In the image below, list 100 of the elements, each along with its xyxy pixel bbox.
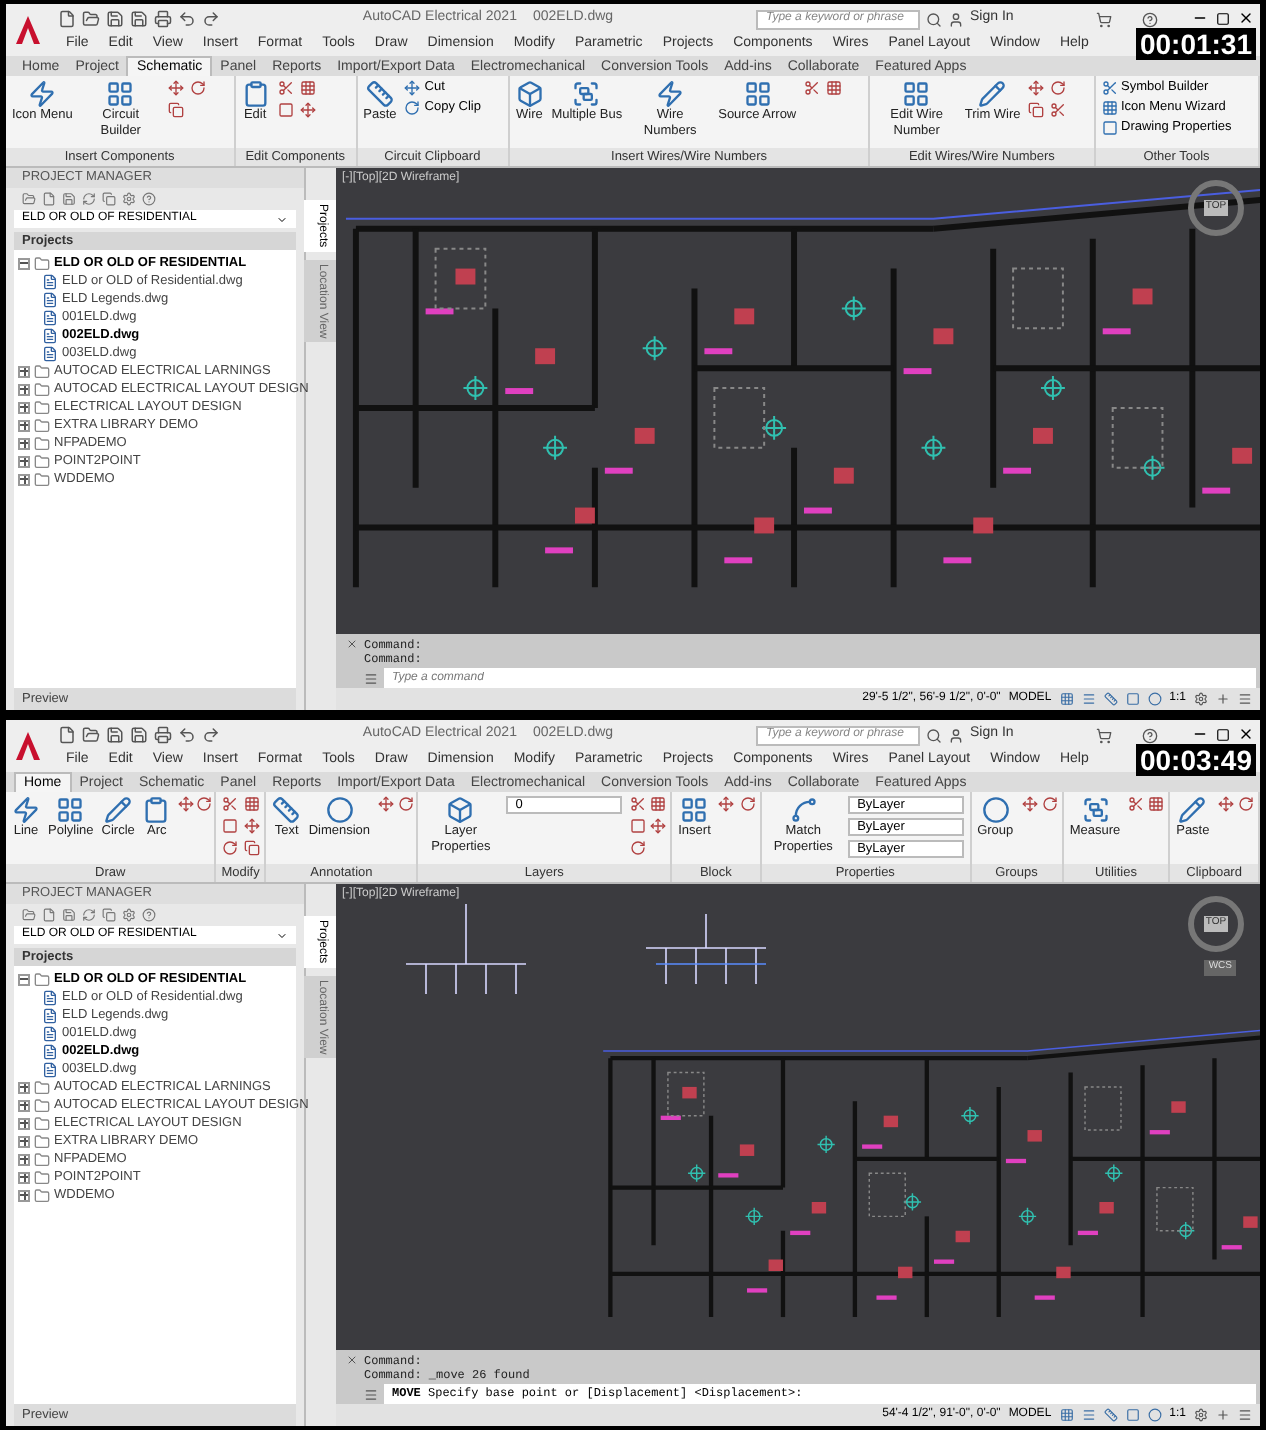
move-icon[interactable]: [649, 818, 666, 834]
expand-toggle-icon[interactable]: [18, 1135, 30, 1147]
menu-icon[interactable]: [1238, 1408, 1252, 1422]
save-as-icon[interactable]: [130, 726, 148, 744]
save-icon[interactable]: [62, 908, 76, 922]
scissors-icon[interactable]: [1050, 102, 1067, 118]
pencil-icon[interactable]: [104, 796, 133, 824]
ruler-icon[interactable]: [1103, 1408, 1118, 1422]
circle-icon[interactable]: [981, 796, 1010, 824]
expand-toggle-icon[interactable]: [18, 419, 30, 431]
copy-icon[interactable]: [1028, 102, 1045, 118]
close-icon[interactable]: [1238, 10, 1254, 26]
rotate-icon[interactable]: [629, 840, 646, 856]
search-icon[interactable]: [926, 727, 942, 743]
search-icon[interactable]: [926, 11, 942, 27]
move-icon[interactable]: [1217, 796, 1234, 812]
expand-toggle-icon[interactable]: [18, 401, 30, 413]
scissors-icon[interactable]: [629, 796, 646, 812]
grid-icon[interactable]: [680, 796, 709, 824]
copy-icon[interactable]: [102, 192, 116, 206]
rotate-icon[interactable]: [1041, 796, 1058, 812]
expand-toggle-icon[interactable]: [18, 1099, 30, 1111]
move-icon[interactable]: [718, 796, 735, 812]
circle-icon[interactable]: [325, 796, 354, 824]
print-icon[interactable]: [154, 726, 172, 744]
refresh-icon[interactable]: [82, 192, 96, 206]
help-icon[interactable]: [1142, 727, 1158, 743]
save-icon[interactable]: [62, 192, 76, 206]
copy-icon[interactable]: [243, 840, 260, 856]
grid-icon[interactable]: [56, 796, 85, 824]
save-icon[interactable]: [106, 10, 124, 28]
grid-icon[interactable]: [826, 80, 843, 96]
cart-icon[interactable]: [1096, 727, 1112, 743]
curve-icon[interactable]: [789, 796, 818, 824]
lightning-icon[interactable]: [12, 796, 40, 824]
rotate-icon[interactable]: [222, 840, 239, 856]
settings-icon[interactable]: [1194, 1408, 1208, 1422]
group-icon[interactable]: [572, 80, 601, 108]
move-icon[interactable]: [243, 818, 260, 834]
expand-toggle-icon[interactable]: [18, 365, 30, 377]
collapse-toggle-icon[interactable]: [18, 973, 30, 985]
copy-icon[interactable]: [168, 102, 185, 118]
expand-toggle-icon[interactable]: [18, 1171, 30, 1183]
expand-toggle-icon[interactable]: [18, 1081, 30, 1093]
menu-icon[interactable]: [1238, 692, 1252, 706]
grid-icon[interactable]: [243, 796, 260, 812]
scissors-icon[interactable]: [1128, 796, 1145, 812]
rotate-icon[interactable]: [190, 80, 207, 96]
new-file-icon[interactable]: [42, 908, 56, 922]
plus-icon[interactable]: [1216, 1408, 1230, 1422]
settings-icon[interactable]: [122, 908, 136, 922]
square-icon[interactable]: [1101, 120, 1117, 136]
expand-toggle-icon[interactable]: [18, 1153, 30, 1165]
ruler-icon[interactable]: [1103, 692, 1118, 706]
expand-toggle-icon[interactable]: [18, 1117, 30, 1129]
ruler-icon[interactable]: [365, 80, 394, 108]
scissors-icon[interactable]: [277, 80, 294, 96]
pencil-icon[interactable]: [1178, 796, 1207, 824]
square-icon[interactable]: [629, 818, 646, 834]
rotate-icon[interactable]: [404, 100, 421, 116]
scissors-icon[interactable]: [222, 796, 239, 812]
grid-icon[interactable]: [1101, 100, 1117, 116]
open-folder-icon[interactable]: [82, 10, 100, 28]
snap-icon[interactable]: [1081, 1408, 1096, 1422]
open-folder-icon[interactable]: [22, 192, 36, 206]
pencil-icon[interactable]: [978, 80, 1007, 108]
copy-icon[interactable]: [102, 908, 116, 922]
snap-icon[interactable]: [1081, 692, 1096, 706]
move-icon[interactable]: [299, 102, 316, 118]
undo-icon[interactable]: [178, 10, 196, 28]
grid-icon[interactable]: [106, 80, 135, 108]
rotate-icon[interactable]: [1237, 796, 1254, 812]
move-icon[interactable]: [1021, 796, 1038, 812]
save-as-icon[interactable]: [130, 10, 148, 28]
redo-icon[interactable]: [202, 10, 220, 28]
grid-icon[interactable]: [299, 80, 316, 96]
plus-icon[interactable]: [1216, 692, 1230, 706]
new-file-icon[interactable]: [58, 726, 76, 744]
rotate-icon[interactable]: [739, 796, 756, 812]
help-icon[interactable]: [142, 192, 156, 206]
grid-icon[interactable]: [743, 80, 772, 108]
move-icon[interactable]: [378, 796, 395, 812]
save-icon[interactable]: [106, 726, 124, 744]
expand-toggle-icon[interactable]: [18, 437, 30, 449]
move-icon[interactable]: [168, 80, 185, 96]
grid-icon[interactable]: [1059, 692, 1074, 706]
square-icon[interactable]: [1125, 692, 1140, 706]
square-icon[interactable]: [277, 102, 294, 118]
help-icon[interactable]: [1142, 11, 1158, 27]
refresh-icon[interactable]: [82, 908, 96, 922]
lightning-icon[interactable]: [656, 80, 685, 108]
lightning-icon[interactable]: [28, 80, 57, 108]
grid-icon[interactable]: [902, 80, 931, 108]
close-icon[interactable]: [1238, 726, 1254, 742]
rotate-icon[interactable]: [196, 796, 213, 812]
open-folder-icon[interactable]: [82, 726, 100, 744]
ruler-icon[interactable]: [272, 796, 301, 824]
group-icon[interactable]: [1081, 796, 1110, 824]
grid-icon[interactable]: [649, 796, 666, 812]
square-icon[interactable]: [1125, 1408, 1140, 1422]
